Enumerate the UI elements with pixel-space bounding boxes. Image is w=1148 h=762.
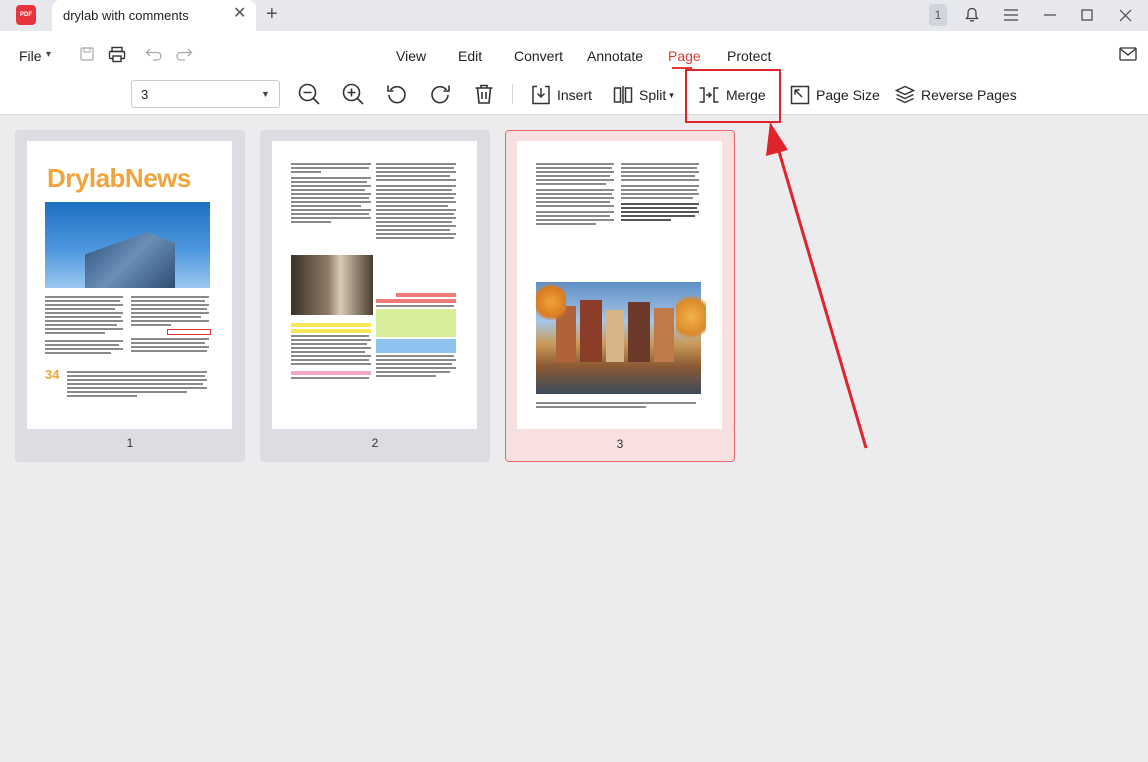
canal-houses-image xyxy=(536,282,706,394)
page-select-value: 3 xyxy=(141,87,149,102)
insert-icon xyxy=(532,85,550,105)
app-logo-icon: PDF xyxy=(16,5,36,25)
page-size-label: Page Size xyxy=(816,87,880,103)
reverse-pages-button[interactable]: Reverse Pages xyxy=(895,81,1017,109)
close-icon[interactable]: ✕ xyxy=(233,6,246,22)
split-label: Split xyxy=(639,87,667,103)
menu-protect[interactable]: Protect xyxy=(727,48,771,64)
insert-button[interactable]: Insert xyxy=(531,81,592,109)
page-number-label: 1 xyxy=(126,436,134,450)
masthead: DrylabNews xyxy=(47,163,191,193)
bell-icon[interactable] xyxy=(961,4,983,26)
annotation-arrow xyxy=(766,122,868,449)
menu-page[interactable]: Page xyxy=(668,48,701,64)
page-thumbnail-3[interactable]: 3 xyxy=(505,130,735,462)
close-window-icon[interactable] xyxy=(1114,4,1136,26)
reverse-pages-label: Reverse Pages xyxy=(921,87,1017,103)
merge-highlight-box xyxy=(685,69,781,123)
building-image xyxy=(45,202,210,288)
zoom-out-icon[interactable] xyxy=(297,82,321,106)
save-icon[interactable] xyxy=(76,43,98,65)
page-preview xyxy=(272,141,477,429)
file-menu[interactable]: File xyxy=(19,48,42,64)
print-icon[interactable] xyxy=(106,43,128,65)
undo-icon[interactable] xyxy=(143,43,165,65)
page-toolbar: 3 ▼ Insert Split ▾ Merge Page Size Rever… xyxy=(0,77,1148,115)
chevron-down-icon: ▼ xyxy=(261,89,270,99)
chevron-down-icon: ▾ xyxy=(669,89,674,100)
portrait-image xyxy=(291,255,373,315)
zoom-in-icon[interactable] xyxy=(341,82,365,106)
split-button[interactable]: Split ▾ xyxy=(613,81,674,109)
title-bar: PDF drylab with comments ✕ + 1 xyxy=(0,0,1148,31)
page-size-button[interactable]: Page Size xyxy=(790,81,880,109)
menu-view[interactable]: View xyxy=(396,48,426,64)
reverse-pages-icon xyxy=(895,85,915,104)
split-icon xyxy=(613,86,633,104)
page-number-label: 2 xyxy=(371,436,379,450)
menu-annotate[interactable]: Annotate xyxy=(587,48,643,64)
insert-label: Insert xyxy=(557,87,593,103)
chevron-down-icon[interactable]: ▾ xyxy=(46,49,51,60)
minimize-icon[interactable] xyxy=(1039,4,1061,26)
page-size-icon xyxy=(790,85,810,105)
plus-icon[interactable]: + xyxy=(266,3,278,25)
rotate-left-icon[interactable] xyxy=(385,82,409,106)
notification-count-badge[interactable]: 1 xyxy=(929,4,947,26)
menu-convert[interactable]: Convert xyxy=(514,48,563,64)
document-tab[interactable]: drylab with comments ✕ xyxy=(52,0,256,31)
rotate-right-icon[interactable] xyxy=(428,82,452,106)
maximize-icon[interactable] xyxy=(1076,4,1098,26)
menu-bar: File ▾ View Edit Convert Annotate Page P… xyxy=(0,31,1148,77)
page-number-label: 3 xyxy=(616,437,624,451)
page-preview xyxy=(517,141,722,429)
page-thumbnail-2[interactable]: 2 xyxy=(260,130,490,462)
page-decoration: 34 xyxy=(45,367,60,382)
tab-title: drylab with comments xyxy=(63,8,189,23)
page-number-select[interactable]: 3 ▼ xyxy=(131,80,280,108)
menu-edit[interactable]: Edit xyxy=(458,48,482,64)
delete-icon[interactable] xyxy=(472,82,496,106)
redo-icon[interactable] xyxy=(173,43,195,65)
hamburger-menu-icon[interactable] xyxy=(1000,4,1022,26)
toolbar-divider xyxy=(512,84,513,104)
page-thumbnail-1[interactable]: DrylabNews 34 1 xyxy=(15,130,245,462)
page-preview: DrylabNews 34 xyxy=(27,141,232,429)
mail-icon[interactable] xyxy=(1119,47,1137,66)
